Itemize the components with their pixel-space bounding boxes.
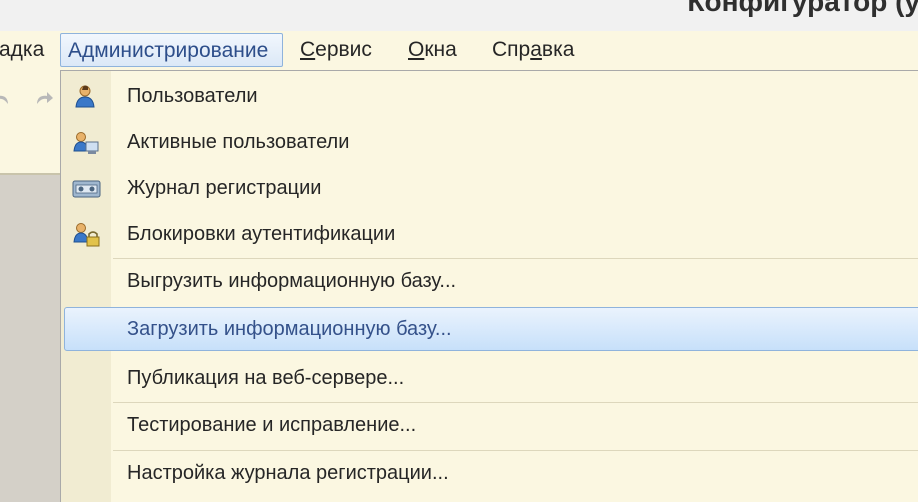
- mnemonic-letter: а: [530, 38, 542, 61]
- menu-item-label: Тестирование и исправление...: [127, 414, 417, 436]
- menu-item-label: Окна: [408, 38, 457, 61]
- menu-separator: [113, 450, 918, 451]
- menu-item-import-infobase[interactable]: Загрузить информационную базу...: [64, 307, 918, 351]
- menu-item-spravka[interactable]: Справка: [485, 33, 581, 67]
- menu-item-zakladka[interactable]: адка: [0, 33, 51, 67]
- menu-item-label: Пользователи: [127, 85, 258, 107]
- menu-item-label: адка: [0, 38, 45, 61]
- menu-item-label: Журнал регистрации: [127, 177, 322, 199]
- menu-item-label: Администрирование: [68, 39, 269, 62]
- menu-item-label: Справка: [492, 38, 575, 61]
- menu-item-active-users[interactable]: Активные пользователи: [64, 121, 918, 164]
- menu-item-servis[interactable]: Сервис: [293, 33, 379, 67]
- title-bar: Конфигуратор (у: [0, 0, 918, 31]
- mnemonic-letter: О: [408, 38, 425, 61]
- window-title: Конфигуратор (у: [687, 0, 918, 17]
- menu-item-label: Блокировки аутентификации: [127, 223, 396, 245]
- app-window: Конфигуратор (у адка Администрирование С…: [0, 0, 918, 502]
- menu-item-label: Настройка журнала регистрации...: [127, 462, 449, 484]
- user-icon: [75, 85, 95, 108]
- menu-item-label: Загрузить информационную базу...: [127, 318, 452, 340]
- event-log-icon: [72, 180, 101, 198]
- user-lock-icon: [73, 223, 100, 247]
- administration-dropdown-menu: Пользователи Активные пользователи Журна…: [60, 70, 918, 502]
- menu-item-label: Активные пользователи: [127, 131, 350, 153]
- menu-separator: [113, 258, 918, 259]
- toolbar: [0, 71, 62, 173]
- menu-item-test-and-repair[interactable]: Тестирование и исправление...: [64, 404, 918, 447]
- menu-separator: [113, 402, 918, 403]
- menu-item-label: Публикация на веб-сервере...: [127, 367, 405, 389]
- menu-item-auth-locks[interactable]: Блокировки аутентификации: [64, 213, 918, 256]
- menu-item-export-infobase[interactable]: Выгрузить информационную базу...: [64, 260, 918, 303]
- menu-item-event-log-settings[interactable]: Настройка журнала регистрации...: [64, 452, 918, 495]
- menu-item-label: Сервис: [300, 38, 372, 61]
- active-users-icon: [73, 132, 99, 154]
- mnemonic-letter: С: [300, 38, 316, 61]
- menu-bar: адка Администрирование Сервис Окна Справ…: [0, 31, 918, 71]
- menu-item-web-publish[interactable]: Публикация на веб-сервере...: [64, 357, 918, 400]
- menu-item-event-log[interactable]: Журнал регистрации: [64, 167, 918, 210]
- menu-item-label: Выгрузить информационную базу...: [127, 270, 457, 292]
- undo-icon[interactable]: [0, 88, 14, 110]
- menu-item-users[interactable]: Пользователи: [64, 75, 918, 118]
- workspace-area: [0, 175, 62, 502]
- menu-item-okna[interactable]: Окна: [401, 33, 464, 67]
- redo-icon[interactable]: [33, 88, 55, 110]
- menu-item-administrirovanie[interactable]: Администрирование: [60, 33, 283, 67]
